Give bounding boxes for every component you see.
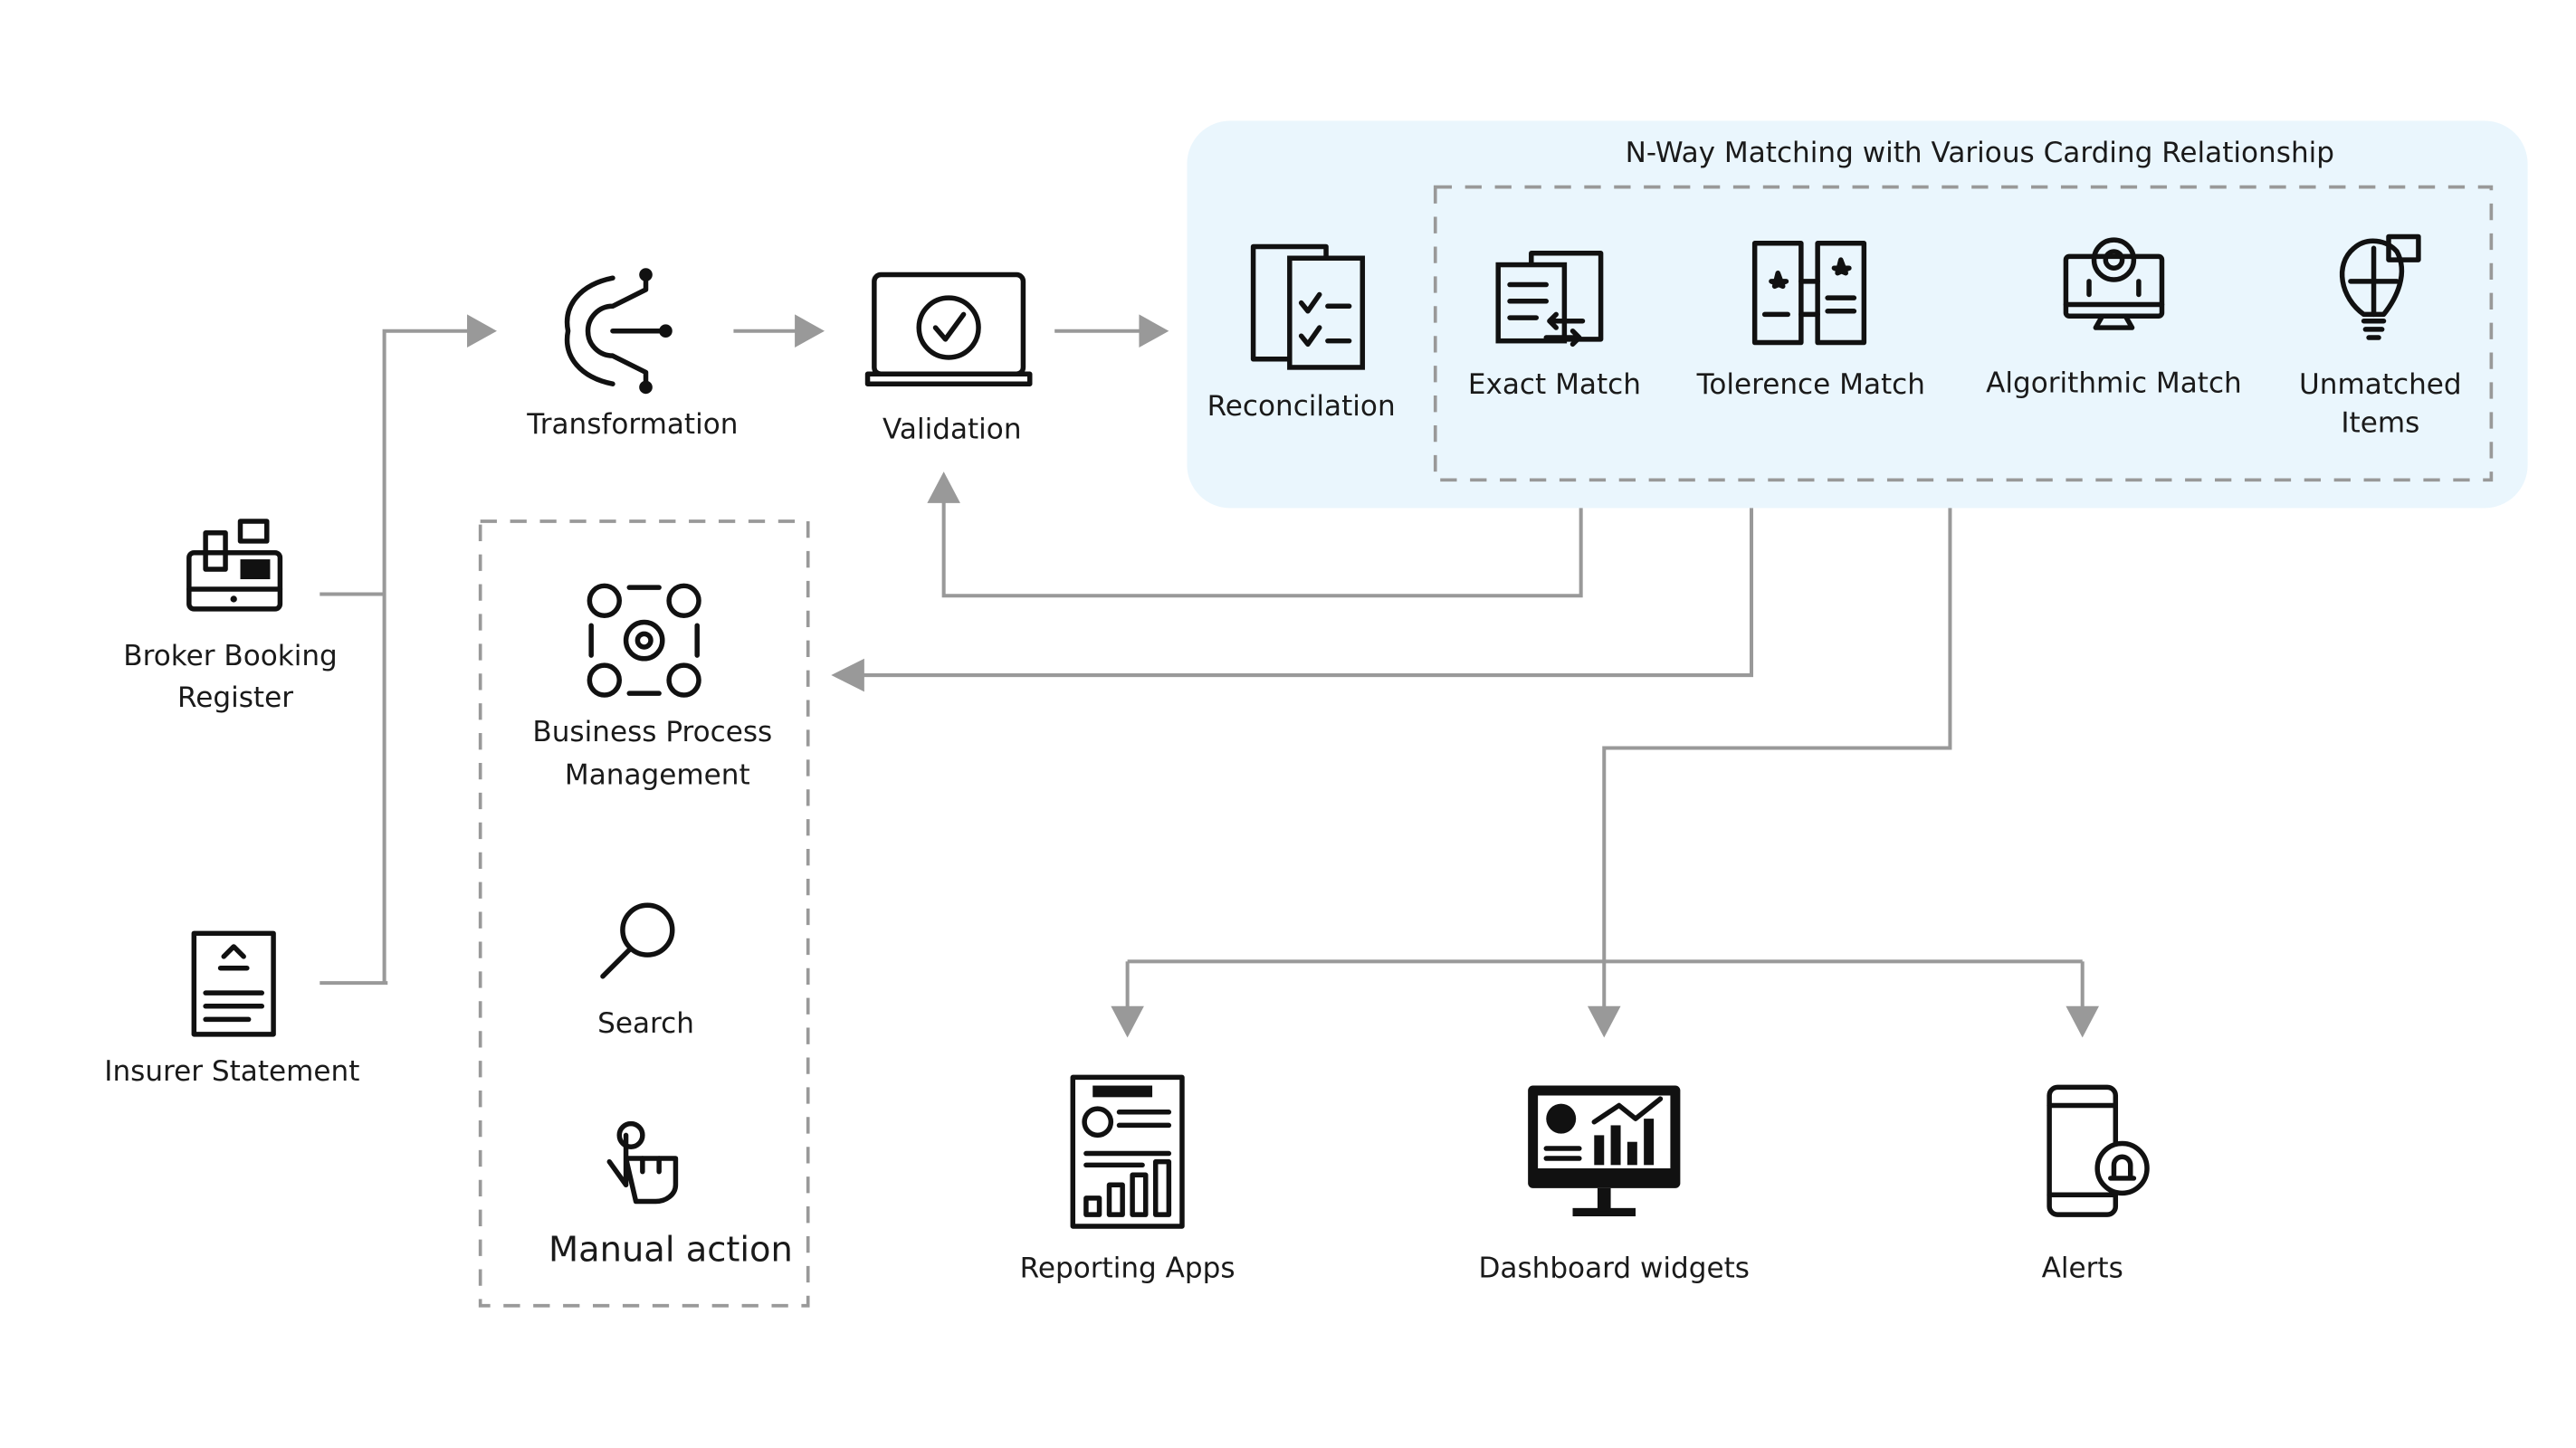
monitor-chart-icon (1528, 1085, 1681, 1216)
output-label: Alerts (2042, 1253, 2123, 1285)
output-dashboard-widgets[interactable]: Dashboard widgets (1478, 1085, 1750, 1285)
step-validation[interactable]: Validation (864, 272, 1033, 446)
hand-pointer-icon (606, 1120, 679, 1205)
match-label: Algorithmic Match (1986, 367, 2242, 399)
manual-intervention-group (478, 519, 810, 1308)
output-alerts[interactable]: Alerts (2042, 1084, 2150, 1285)
output-reporting-apps[interactable]: Reporting Apps (1020, 1074, 1236, 1285)
output-label: Dashboard widgets (1478, 1253, 1750, 1285)
manual-business-process-management[interactable]: Business Process Management (532, 583, 772, 792)
match-label: Tolerence Match (1696, 368, 1925, 401)
manual-label: Management (565, 759, 750, 792)
manual-label: Search (597, 1007, 694, 1040)
source-label: Insurer Statement (104, 1055, 359, 1088)
match-label: Items (2341, 406, 2419, 439)
phone-bell-icon (2046, 1084, 2150, 1217)
gear-circuit-icon (564, 268, 673, 395)
matching-panel (1187, 120, 2528, 509)
manual-label: Business Process (532, 716, 772, 748)
output-label: Reporting Apps (1020, 1253, 1236, 1285)
bank-statement-icon (191, 930, 276, 1037)
step-label: Validation (883, 414, 1021, 446)
reconciliation-flow-diagram: N-Way Matching with Various Carding Rela… (104, 120, 2528, 1308)
manual-label: Manual action (549, 1229, 793, 1270)
source-label: Broker Booking (123, 640, 338, 672)
match-label: Exact Match (1468, 368, 1641, 401)
manual-action[interactable]: Manual action (549, 1120, 793, 1271)
source-broker-booking-register[interactable]: Broker Booking Register (123, 519, 338, 714)
match-label: Unmatched (2299, 368, 2462, 401)
reconciliation-label: Reconcilation (1207, 390, 1396, 423)
matching-panel-title: N-Way Matching with Various Carding Rela… (1626, 137, 2334, 169)
laptop-check-icon (864, 272, 1033, 386)
source-label: Register (177, 681, 293, 714)
step-label: Transformation (526, 408, 738, 441)
report-document-icon (1070, 1074, 1185, 1229)
cash-register-icon (186, 519, 283, 612)
magnifier-icon (600, 902, 675, 979)
process-cycle-icon (587, 583, 701, 698)
source-insurer-statement[interactable]: Insurer Statement (104, 930, 359, 1088)
manual-search[interactable]: Search (597, 902, 694, 1040)
step-transformation[interactable]: Transformation (526, 268, 738, 441)
